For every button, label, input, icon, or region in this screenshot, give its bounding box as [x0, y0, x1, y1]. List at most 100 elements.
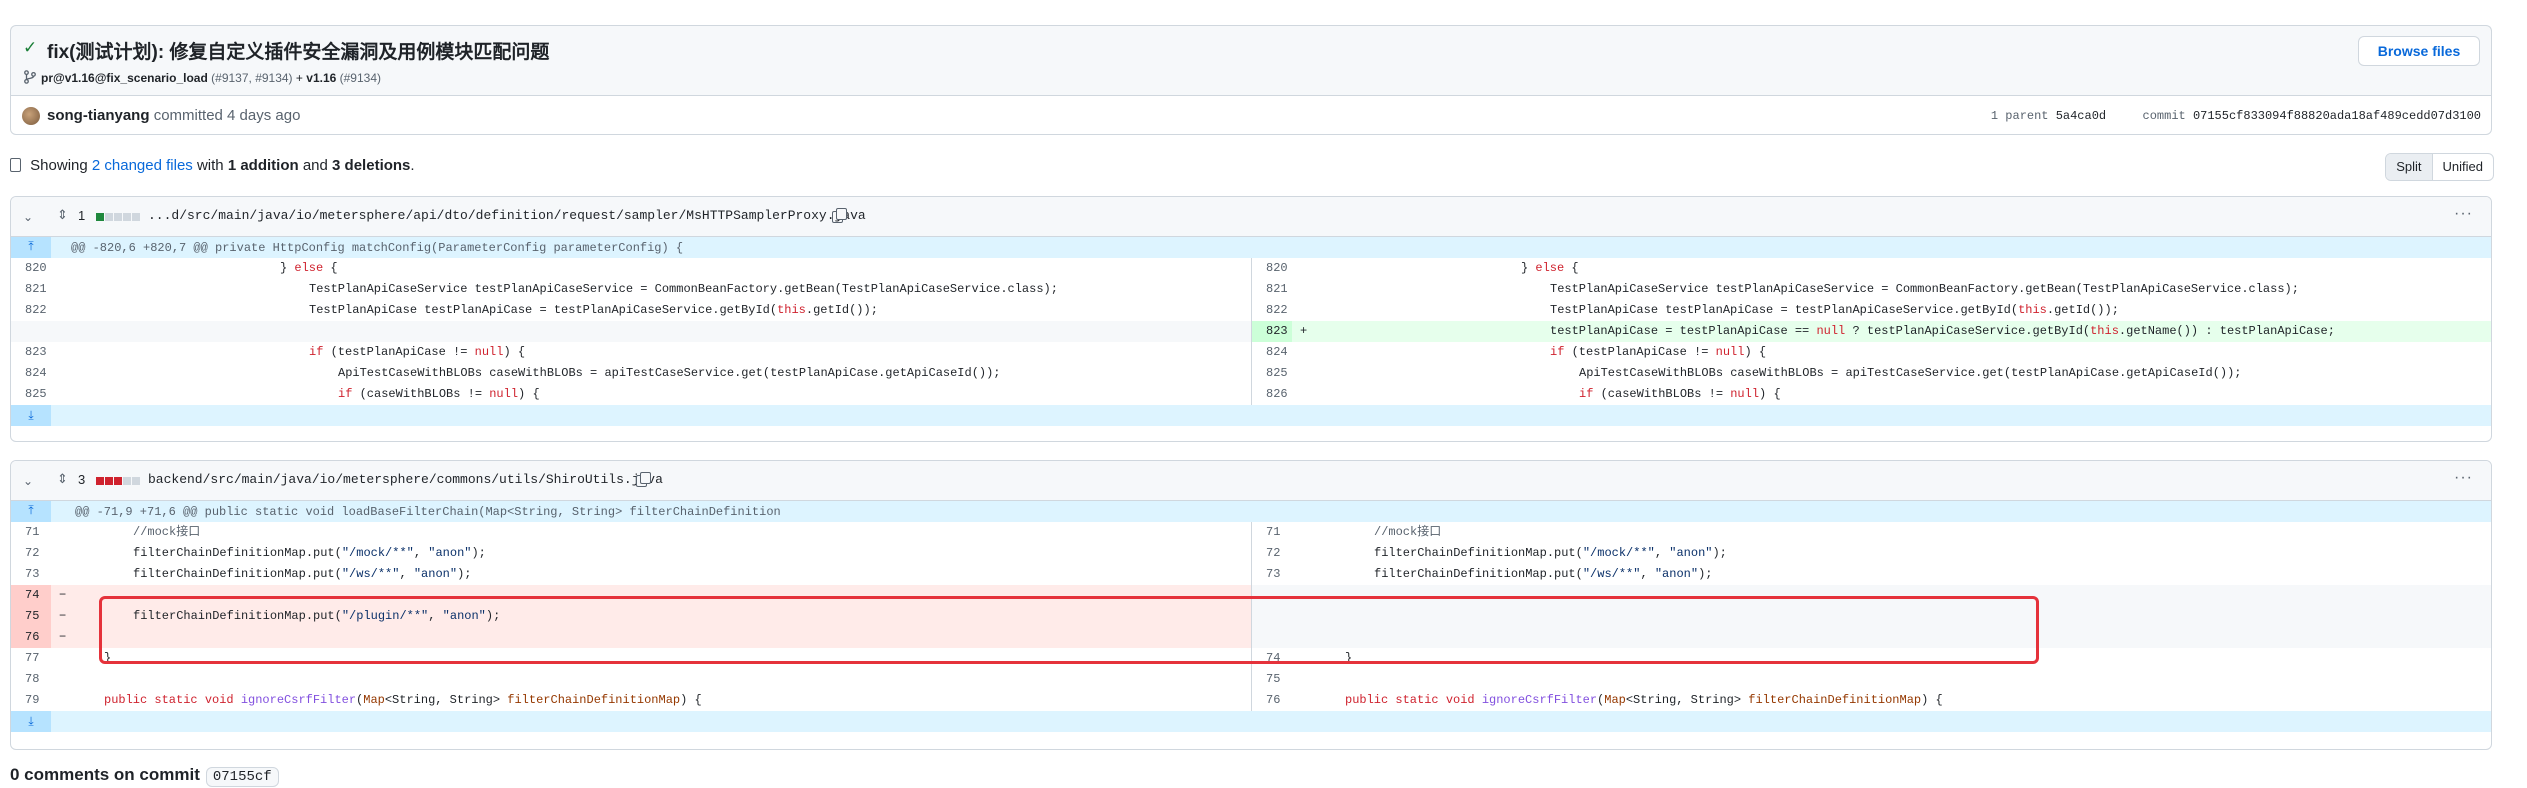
hunk-text: @@ -71,9 +71,6 @@ public static void loa…	[75, 505, 781, 519]
branch-info: pr@v1.16@fix_scenario_load (#9137, #9134…	[41, 71, 381, 85]
diffstat-bars	[96, 477, 140, 485]
additions-count: 1 addition	[227, 157, 299, 174]
line-number[interactable]: 77	[11, 648, 51, 669]
branch-name[interactable]: pr@v1.16@fix_scenario_load	[41, 71, 208, 85]
file-change-count: 1	[78, 208, 86, 223]
table-row: 72 filterChainDefinitionMap.put("/mock/**…	[11, 543, 2491, 564]
parent-sha[interactable]: 5a4ca0d	[2056, 109, 2106, 123]
commit-meta: 1 parent 5a4ca0d commit 07155cf833094f88…	[1991, 109, 2481, 123]
file-change-count: 3	[78, 472, 86, 487]
commit-title: fix(测试计划): 修复自定义插件安全漏洞及用例模块匹配问题	[47, 42, 550, 63]
chevron-down-icon[interactable]: ⌄	[23, 474, 33, 488]
comments-heading: 0 comments on commit 07155cf	[10, 765, 279, 787]
line-number[interactable]: 823	[11, 342, 51, 363]
line-number[interactable]: 76	[1252, 690, 1292, 711]
line-number[interactable]: 79	[11, 690, 51, 711]
showing-text: Showing	[30, 157, 88, 174]
comments-sha[interactable]: 07155cf	[205, 767, 279, 787]
expand-all-icon[interactable]: ⇕	[57, 207, 68, 223]
line-number[interactable]: 822	[11, 300, 51, 321]
commit-header: ✓ fix(测试计划): 修复自定义插件安全漏洞及用例模块匹配问题 pr@v1.…	[10, 25, 2492, 95]
line-number[interactable]: 71	[1252, 522, 1292, 543]
chevron-down-icon[interactable]: ⌄	[23, 210, 33, 224]
line-number[interactable]: 826	[1252, 384, 1292, 405]
code-comment: //mock接口	[1374, 525, 1442, 539]
expand-down-icon[interactable]: ⤓	[11, 711, 51, 732]
line-number[interactable]: 823	[1252, 321, 1292, 342]
diffstat-bars	[96, 213, 140, 221]
line-number[interactable]: 72	[11, 543, 51, 564]
line-number[interactable]: 824	[11, 363, 51, 384]
expand-up-icon[interactable]: ⤒	[11, 501, 51, 522]
line-number[interactable]: 824	[1252, 342, 1292, 363]
table-row: 825 if (caseWithBLOBs != null) { 826 if (c…	[11, 384, 2491, 405]
line-number[interactable]: 73	[1252, 564, 1292, 585]
file-path[interactable]: backend/src/main/java/io/metersphere/com…	[148, 472, 663, 487]
avatar[interactable]	[22, 107, 40, 125]
line-number[interactable]: 821	[1252, 279, 1292, 300]
branch-prs[interactable]: (#9137, #9134)	[211, 71, 292, 85]
table-row: 820} else { 820} else {	[11, 258, 2491, 279]
code-comment: //mock接口	[133, 525, 201, 539]
browse-files-button[interactable]: Browse files	[2358, 36, 2480, 66]
line-number[interactable]: 72	[1252, 543, 1292, 564]
line-number[interactable]: 822	[1252, 300, 1292, 321]
deletions-count: 3 deletions	[332, 157, 411, 174]
changed-files-link[interactable]: 2 changed files	[92, 157, 193, 174]
and-text: and	[302, 157, 328, 174]
file-header: ⌄ ⇕ 1 ...d/src/main/java/io/metersphere/…	[11, 197, 2491, 237]
file-diff-icon	[10, 158, 21, 172]
hunk-text: @@ -820,6 +820,7 @@ private HttpConfig m…	[71, 241, 684, 255]
line-number[interactable]: 75	[11, 606, 51, 627]
commit-sha: 07155cf833094f88820ada18af489cedd07d3100	[2192, 109, 2481, 123]
line-number[interactable]: 78	[11, 669, 51, 690]
line-number[interactable]: 820	[1252, 258, 1292, 279]
line-number[interactable]: 76	[11, 627, 51, 648]
with-text: with	[196, 157, 224, 174]
line-number[interactable]: 821	[11, 279, 51, 300]
line-number[interactable]: 825	[1252, 363, 1292, 384]
check-icon: ✓	[23, 38, 38, 57]
tag-name[interactable]: v1.16	[306, 71, 336, 85]
comments-label: 0 comments on commit	[10, 765, 200, 784]
copy-icon[interactable]	[636, 472, 651, 487]
line-number[interactable]: 73	[11, 564, 51, 585]
author-name[interactable]: song-tianyang	[47, 107, 150, 124]
file-path[interactable]: ...d/src/main/java/io/metersphere/api/dt…	[148, 208, 866, 223]
table-row: 75− filterChainDefinitionMap.put("/plugin…	[11, 606, 2491, 627]
table-row: 77} 74}	[11, 648, 2491, 669]
copy-icon[interactable]	[832, 208, 847, 223]
file-header: ⌄ ⇕ 3 backend/src/main/java/io/metersphe…	[11, 461, 2491, 501]
line-number[interactable]: 71	[11, 522, 51, 543]
expand-up-icon[interactable]: ⤒	[11, 237, 51, 258]
author-line: song-tianyang committed 4 days ago	[47, 107, 300, 124]
branch-icon	[24, 70, 36, 84]
line-number	[11, 321, 51, 342]
table-row: 74−	[11, 585, 2491, 606]
hunk-header: ⤒ @@ -820,6 +820,7 @@ private HttpConfig…	[11, 237, 2491, 258]
table-row: 76−	[11, 627, 2491, 648]
parent-label: 1 parent	[1990, 109, 2049, 123]
line-number	[1252, 627, 1292, 648]
line-number[interactable]: 820	[11, 258, 51, 279]
split-view-button[interactable]: Split	[2386, 154, 2433, 180]
file-diff-1: ⌄ ⇕ 1 ...d/src/main/java/io/metersphere/…	[10, 196, 2492, 442]
table-row: 73 filterChainDefinitionMap.put("/ws/**",…	[11, 564, 2491, 585]
kebab-menu-icon[interactable]: ···	[2454, 205, 2473, 223]
expand-down-icon[interactable]: ⤓	[11, 405, 51, 426]
unified-view-button[interactable]: Unified	[2433, 154, 2493, 180]
expand-all-icon[interactable]: ⇕	[57, 471, 68, 487]
committed-text: committed 4 days ago	[153, 107, 301, 124]
tag-pr[interactable]: (#9134)	[340, 71, 381, 85]
line-number[interactable]: 75	[1252, 669, 1292, 690]
table-row: 79 public static void ignoreCsrfFilter(Ma…	[11, 690, 2491, 711]
table-row: 823 + testPlanApiCase = testPlanApiCase ==…	[11, 321, 2491, 342]
table-row: 821 TestPlanApiCaseService testPlanApiCas…	[11, 279, 2491, 300]
file-diff-2: ⌄ ⇕ 3 backend/src/main/java/io/metersphe…	[10, 460, 2492, 750]
line-number[interactable]: 825	[11, 384, 51, 405]
line-number[interactable]: 74	[11, 585, 51, 606]
deleted-sign: −	[59, 630, 67, 644]
line-number[interactable]: 74	[1252, 648, 1292, 669]
kebab-menu-icon[interactable]: ···	[2454, 469, 2473, 487]
line-number	[1252, 585, 1292, 606]
